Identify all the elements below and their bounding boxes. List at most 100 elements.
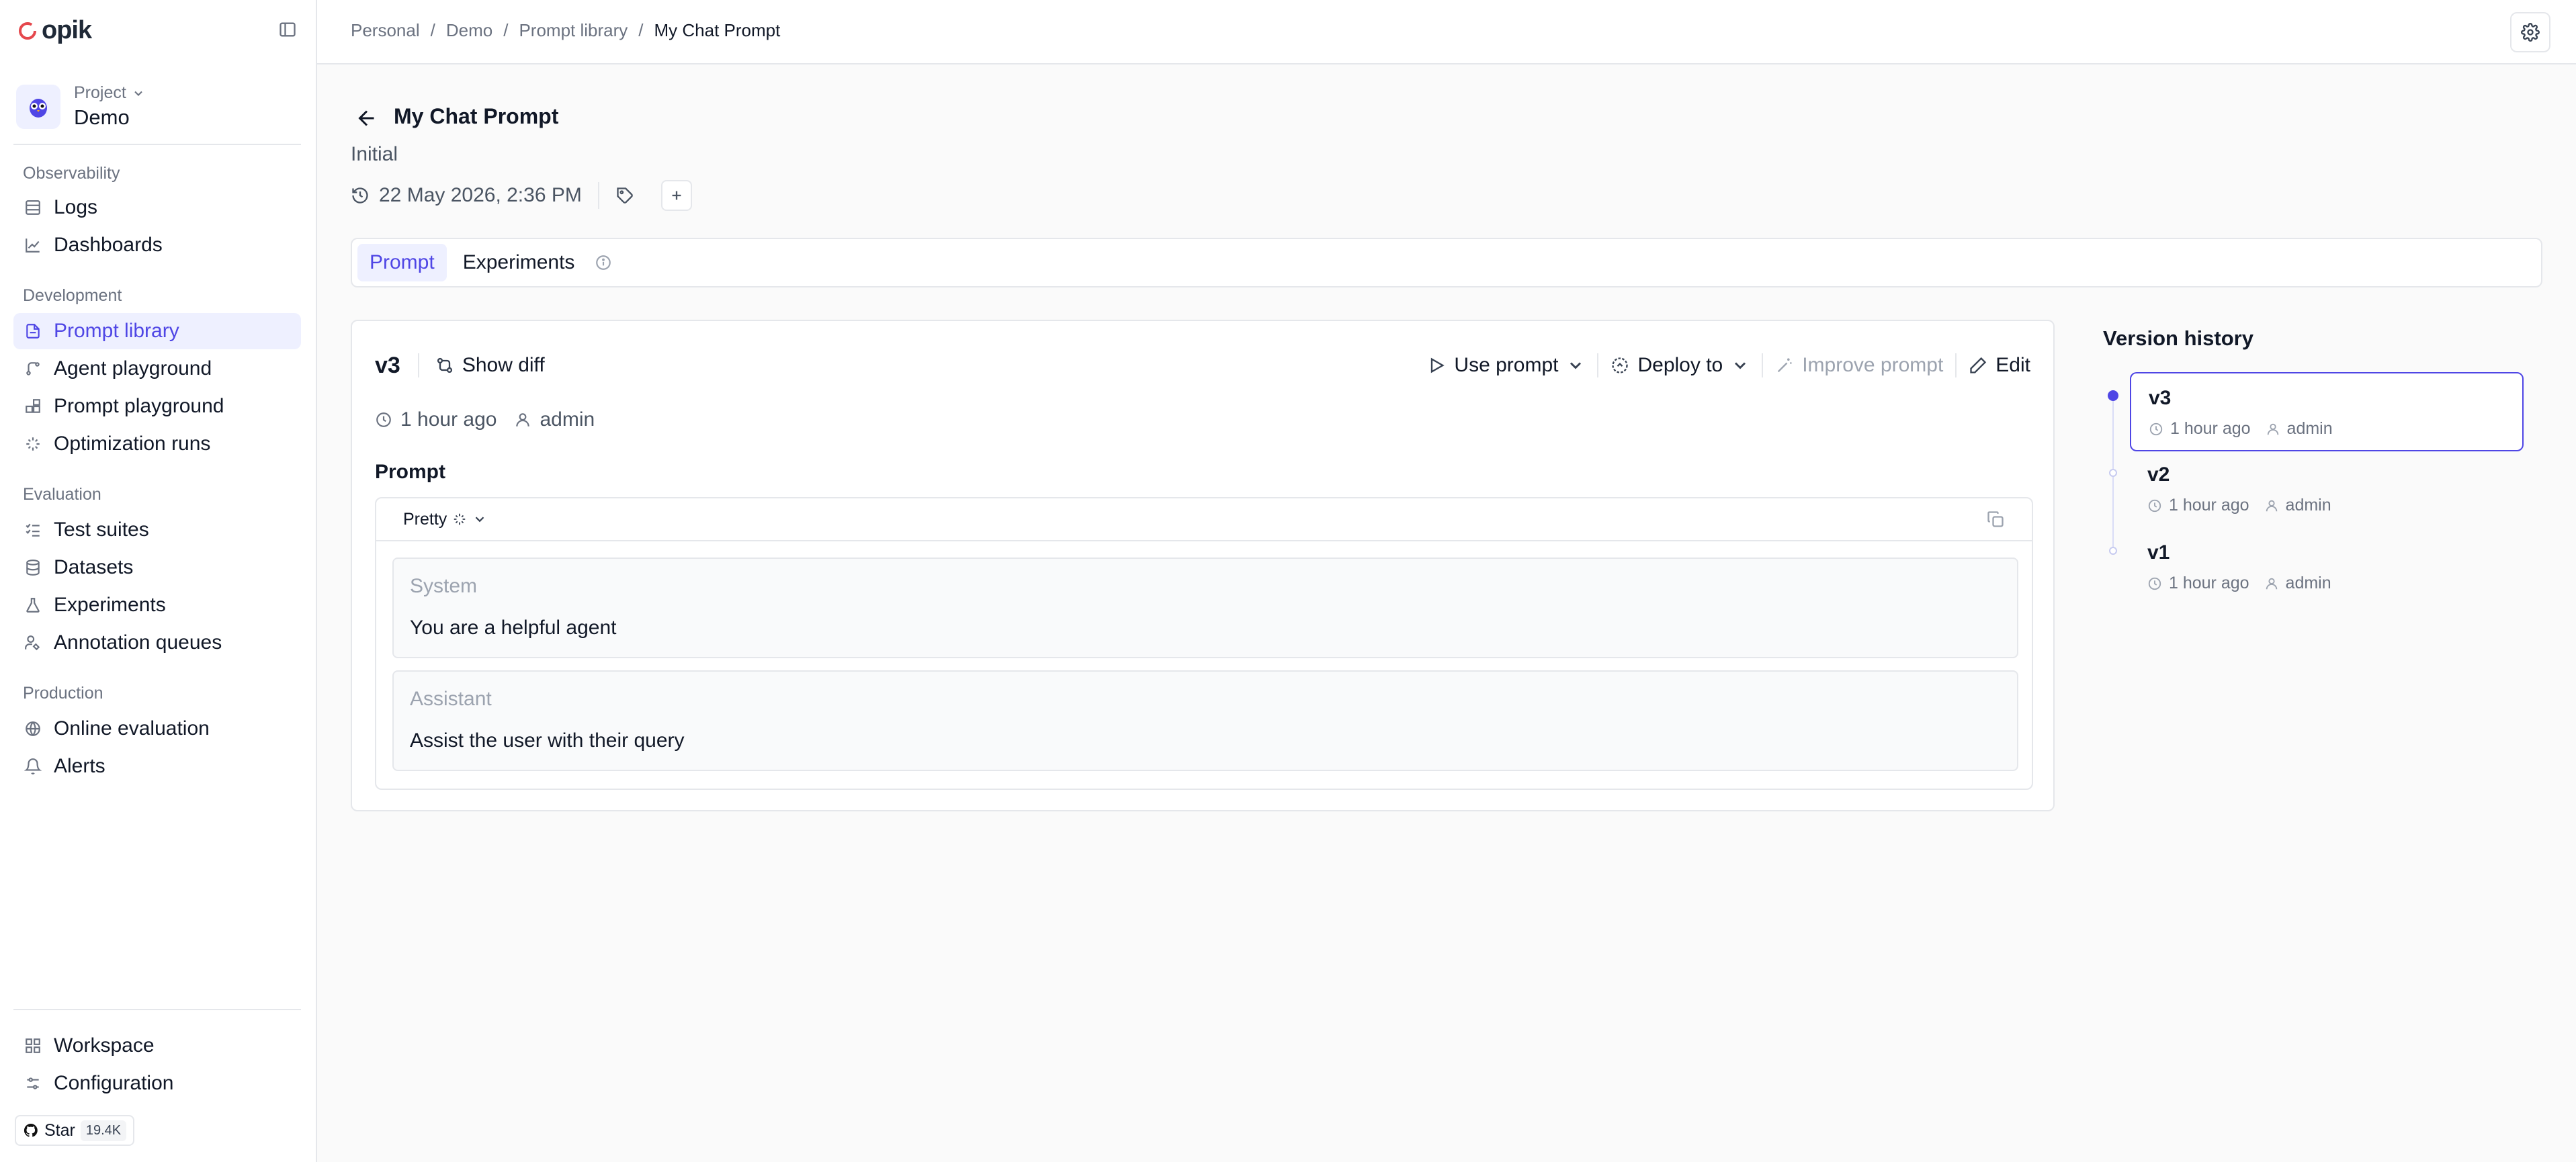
version-time: 1 hour ago [2169,574,2249,592]
message-system: System You are a helpful agent [392,557,2018,658]
clock-icon [2147,498,2162,513]
version-author: admin [2286,419,2333,438]
globe-icon [24,720,42,738]
breadcrumb-current: My Chat Prompt [654,20,781,40]
sidebar-item-label: Annotation queues [54,631,222,654]
sidebar-item-label: Alerts [54,755,105,777]
sidebar-item-agent-playground[interactable]: Agent playground [13,351,301,387]
sidebar: opik Project Demo Observability Logs Das… [0,0,317,1162]
timeline-dot-active [2108,390,2118,401]
card-actions: Use prompt Deploy to Improve prompt Edit [1427,353,2030,377]
divider [597,182,599,209]
back-arrow-icon[interactable] [355,106,379,130]
sidebar-item-configuration[interactable]: Configuration [13,1065,301,1102]
project-name: Demo [74,105,130,129]
branch-icon [24,360,42,377]
sidebar-item-optimization-runs[interactable]: Optimization runs [13,426,301,462]
breadcrumb: Personal / Demo / Prompt library / My Ch… [351,20,780,41]
sidebar-item-workspace[interactable]: Workspace [13,1028,301,1064]
sidebar-item-prompt-playground[interactable]: Prompt playground [13,388,301,424]
show-diff-label: Show diff [462,354,545,376]
timeline-dot [2109,469,2117,477]
message-role: System [410,575,478,597]
sidebar-item-test-suites[interactable]: Test suites [13,512,301,548]
improve-prompt-button[interactable]: Improve prompt [1775,354,1943,377]
tab-bar: Prompt Experiments [351,238,2542,287]
project-switcher[interactable]: Project Demo [16,83,145,130]
breadcrumb-separator: / [503,20,509,40]
deploy-to-label: Deploy to [1637,354,1723,376]
divider [13,1009,301,1010]
chevron-down-icon [472,512,487,527]
breadcrumb-separator: / [638,20,644,40]
sidebar-item-prompt-library[interactable]: Prompt library [13,313,301,349]
sidebar-item-label: Optimization runs [54,433,211,455]
clock-icon [375,411,392,429]
project-avatar [16,84,60,129]
created-date: 22 May 2026, 2:36 PM [379,184,582,206]
user-icon [2264,576,2279,591]
tag-icon[interactable] [615,186,634,205]
section-title-production: Production [23,684,103,703]
message-role: Assistant [410,688,492,710]
sidebar-item-label: Workspace [54,1034,155,1057]
copy-icon[interactable] [1986,510,2005,529]
add-tag-button[interactable] [660,180,692,211]
user-icon [514,411,531,429]
version-item-v1[interactable]: v1 1 hour ago admin [2130,528,2524,607]
sidebar-item-experiments[interactable]: Experiments [13,587,301,623]
sidebar-item-annotation-queues[interactable]: Annotation queues [13,625,301,661]
timeline-dot [2109,547,2117,555]
version-label: v3 [375,352,400,378]
sidebar-item-dashboards[interactable]: Dashboards [13,227,301,263]
breadcrumb-prompt-library[interactable]: Prompt library [519,20,628,41]
use-prompt-label: Use prompt [1454,354,1559,376]
divider [1597,353,1599,377]
bell-icon [24,758,42,775]
breadcrumb-personal[interactable]: Personal [351,20,420,41]
sidebar-toggle-icon[interactable] [278,20,297,39]
deploy-to-button[interactable]: Deploy to [1611,354,1750,377]
sidebar-item-label: Prompt playground [54,395,224,417]
version-meta: 1 hour ago admin [375,408,595,431]
plus-icon [669,188,684,203]
use-prompt-button[interactable]: Use prompt [1427,354,1585,377]
github-star-label: Star [44,1120,75,1140]
version-item-v3[interactable]: v3 1 hour ago admin [2130,372,2524,451]
github-star-button[interactable]: Star 19.4K [15,1115,135,1146]
sidebar-item-online-evaluation[interactable]: Online evaluation [13,711,301,747]
message-assistant: Assistant Assist the user with their que… [392,670,2018,771]
divider [1955,353,1957,377]
settings-button[interactable] [2510,12,2550,52]
sidebar-item-datasets[interactable]: Datasets [13,549,301,586]
version-author: admin [2285,496,2331,515]
version-item-v2[interactable]: v2 1 hour ago admin [2130,450,2524,529]
sidebar-item-logs[interactable]: Logs [13,189,301,226]
sidebar-item-label: Experiments [54,594,166,616]
divider [13,144,301,145]
sidebar-item-label: Logs [54,196,98,218]
version-author: admin [2285,574,2331,592]
chevron-down-icon [132,87,145,100]
card-toolbar: v3 Show diff Use prompt Deploy to Improv… [375,345,2030,386]
sidebar-item-alerts[interactable]: Alerts [13,748,301,785]
page-subtitle: Initial [351,143,398,165]
view-mode-dropdown[interactable]: Pretty [403,510,487,529]
version-meta: 1 hour ago admin [2147,574,2506,593]
sidebar-item-label: Test suites [54,519,149,541]
breadcrumb-demo[interactable]: Demo [446,20,492,41]
edit-button[interactable]: Edit [1969,354,2030,377]
checklist-icon [24,521,42,539]
opik-logo[interactable]: opik [17,16,92,45]
play-icon [1427,356,1446,375]
pencil-icon [1969,356,1987,375]
info-icon[interactable] [595,254,612,271]
chevron-down-icon [1566,356,1585,375]
show-diff-button[interactable]: Show diff [417,353,545,377]
message-content: Assist the user with their query [410,729,685,752]
tab-experiments[interactable]: Experiments [451,244,587,281]
tab-prompt[interactable]: Prompt [357,244,447,281]
brand-name: opik [42,16,92,44]
sliders-icon [24,1075,42,1092]
github-icon [23,1122,39,1138]
